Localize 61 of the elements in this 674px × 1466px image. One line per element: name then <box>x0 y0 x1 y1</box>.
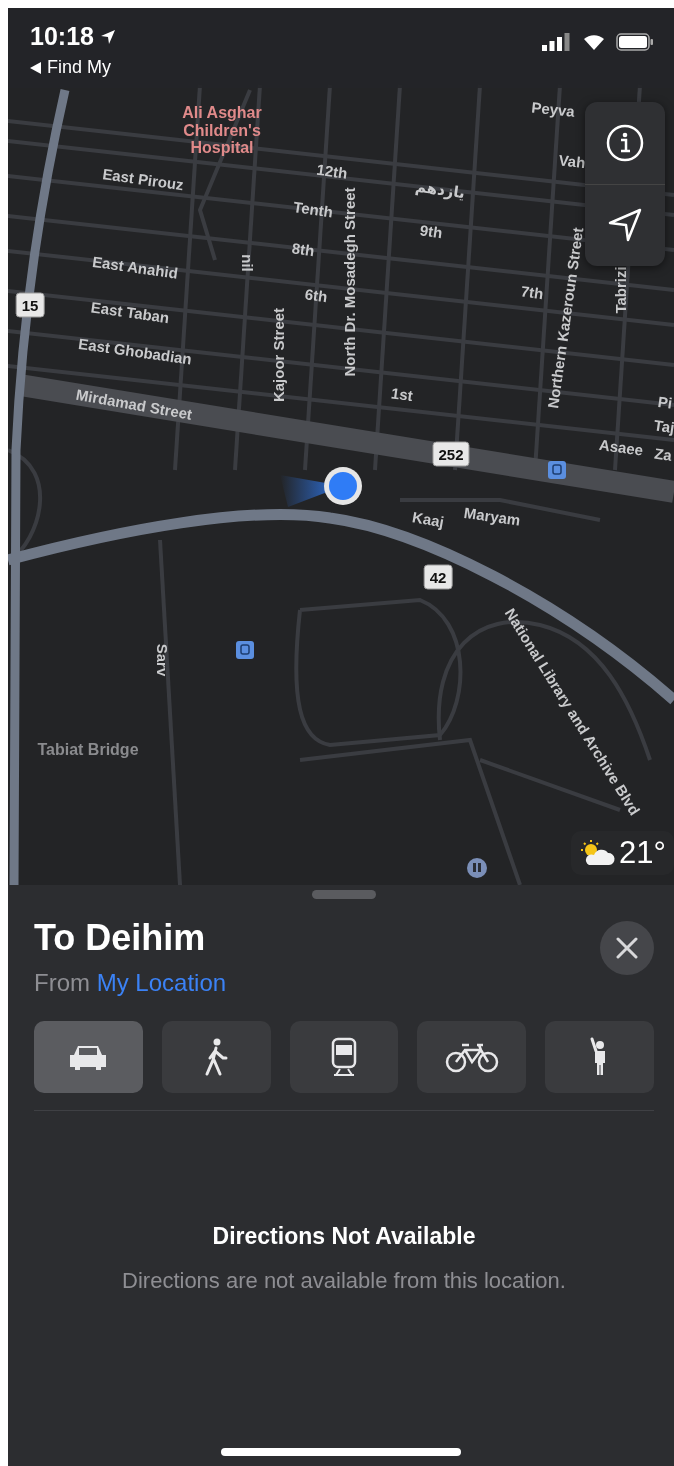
back-link[interactable]: Find My <box>30 57 116 78</box>
street-label: Vah <box>557 152 587 172</box>
back-triangle-icon <box>30 61 41 74</box>
partly-cloudy-icon <box>579 839 615 867</box>
bus-stop-icon <box>236 641 254 659</box>
street-label: Peyva <box>530 99 576 121</box>
route-shield: 15 <box>15 292 45 318</box>
message-text: Directions are not available from this location. <box>121 1268 567 1294</box>
street-label: East Anahid <box>91 253 179 283</box>
street-label: East Pirouz <box>101 166 185 194</box>
street-label: 1st <box>390 385 414 405</box>
street-label: Tabrizi <box>612 266 630 314</box>
wifi-icon <box>582 33 606 51</box>
street-label: Kaaj <box>410 509 446 531</box>
info-icon <box>605 122 645 163</box>
car-icon <box>68 1043 109 1071</box>
temperature-text: 21° <box>619 835 666 871</box>
street-label: East Taban <box>89 299 171 327</box>
battery-icon <box>616 33 654 51</box>
street-label: 12th <box>315 161 349 183</box>
message-title: Directions Not Available <box>211 1223 477 1250</box>
street-label: Tenth <box>292 199 334 221</box>
transport-mode-tab[interactable] <box>289 1021 399 1093</box>
origin-link[interactable]: My Location <box>96 969 227 996</box>
street-label: 7th <box>519 283 545 303</box>
street-label: Maryam <box>462 504 522 530</box>
street-label: Kajoor Street <box>270 307 288 403</box>
transport-mode-tab[interactable] <box>417 1021 527 1093</box>
poi-marker-icon <box>466 857 488 879</box>
destination-title: To Deihim <box>34 917 207 959</box>
route-shield: 252 <box>432 441 470 467</box>
place-label: Ali Asghar Children's Hospital <box>181 103 263 157</box>
street-label: 9th <box>418 222 444 242</box>
street-label: East Ghobadian <box>77 335 193 369</box>
close-button[interactable] <box>600 921 654 975</box>
transport-mode-tab[interactable] <box>545 1021 654 1093</box>
bus-stop-icon <box>548 461 566 479</box>
street-label: Asaee <box>597 436 645 460</box>
street-label: Taj <box>652 417 674 437</box>
walking-person-icon <box>204 1038 229 1076</box>
clock-text: 10:18 <box>30 22 94 51</box>
street-label: Mirdamad Street <box>74 386 194 424</box>
close-icon <box>616 937 638 959</box>
street-label: Pi <box>656 393 674 413</box>
street-label: Northern Kazeroun Street <box>545 226 587 410</box>
street-label: یازدهم <box>414 178 466 202</box>
route-shield: 42 <box>423 564 453 590</box>
transport-mode-tab[interactable] <box>34 1021 143 1093</box>
street-label: 8th <box>290 240 316 260</box>
transport-mode-tab[interactable] <box>161 1021 271 1093</box>
street-label: North Dr. Mosadegh Street <box>341 187 359 377</box>
street-label: Sarv <box>153 643 171 677</box>
street-label: 6th <box>303 286 329 306</box>
tram-icon <box>330 1037 358 1077</box>
street-label: Za <box>653 445 673 465</box>
origin-text: From My Location <box>34 969 227 997</box>
signal-icon <box>542 33 572 51</box>
place-label: Tabiat Bridge <box>37 741 139 759</box>
location-arrow-icon <box>99 28 116 45</box>
street-label: nil <box>238 254 256 272</box>
sheet-handle[interactable] <box>312 890 376 899</box>
